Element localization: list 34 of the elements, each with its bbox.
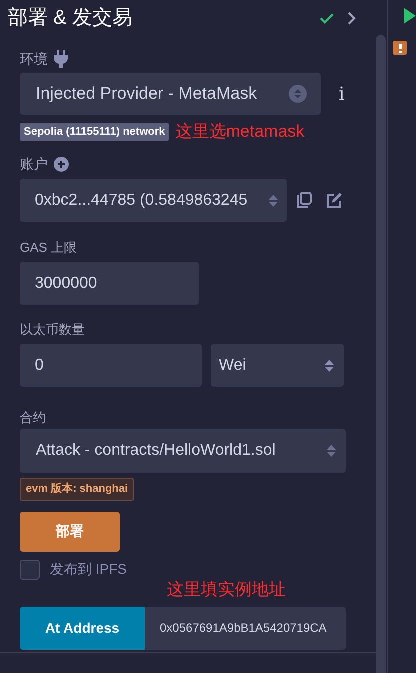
- contract-select[interactable]: Attack - contracts/HelloWorld1.sol: [20, 429, 346, 473]
- amount-field[interactable]: 0: [20, 344, 202, 387]
- field-label: 环境: [20, 50, 48, 68]
- copy-icon[interactable]: [296, 192, 312, 209]
- field-label: GAS 上限: [20, 239, 78, 256]
- network-badge: Sepolia (11155111) network: [20, 122, 170, 142]
- field-label: 账户: [20, 154, 48, 174]
- sort-icon: [327, 444, 336, 458]
- annotation-text: 这里选metamask: [175, 121, 305, 144]
- panel-title: 部署 & 发交易: [8, 6, 134, 31]
- field-label: 合约: [20, 409, 47, 426]
- checkbox-label: 发布到 IPFS: [50, 560, 128, 579]
- evm-version-badge: evm 版本: shanghai: [20, 478, 134, 500]
- plug-icon: [54, 50, 68, 68]
- gas-limit-field[interactable]: 3000000: [20, 262, 199, 305]
- sort-icon: [325, 358, 334, 372]
- edit-icon[interactable]: [326, 192, 343, 209]
- sort-icon: [289, 85, 307, 103]
- at-address-button[interactable]: At Address: [20, 606, 145, 650]
- annotation-text: 这里填实例地址: [167, 579, 286, 601]
- address-field[interactable]: 0x0567691A9bB1A5420719CA: [145, 606, 346, 650]
- play-icon[interactable]: [404, 8, 416, 24]
- scrollbar[interactable]: [376, 35, 386, 673]
- field-label: 以太币数量: [20, 321, 86, 338]
- info-icon[interactable]: i: [339, 80, 345, 108]
- chevron-right-icon[interactable]: [348, 12, 356, 24]
- environment-select[interactable]: Injected Provider - MetaMask: [20, 73, 321, 115]
- plus-icon[interactable]: [54, 156, 69, 172]
- unit-select[interactable]: Wei: [211, 344, 344, 387]
- warning-icon: [398, 44, 402, 52]
- check-icon: [320, 12, 334, 24]
- sort-icon: [269, 194, 278, 208]
- checkbox[interactable]: [20, 560, 40, 580]
- account-select[interactable]: 0xbc2...44785 (0.5849863245: [20, 179, 287, 222]
